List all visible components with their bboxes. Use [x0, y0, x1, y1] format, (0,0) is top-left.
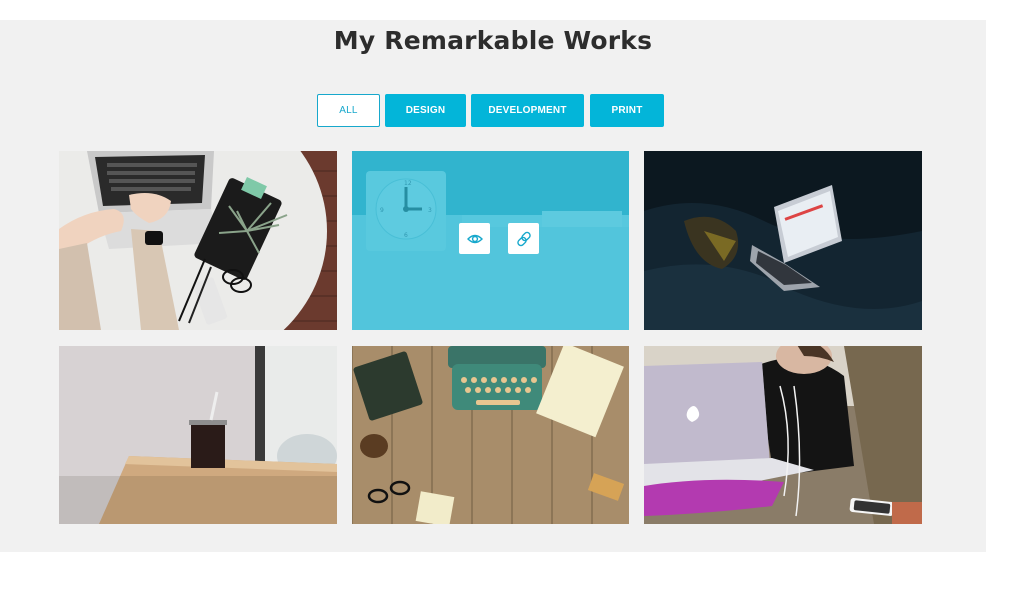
portfolio-item-laptop-bed[interactable]: [644, 151, 922, 330]
filter-design-button[interactable]: DESIGN: [385, 94, 466, 127]
coffee-photo: [59, 346, 337, 524]
link-icon: [516, 231, 531, 246]
laptop-desk-photo: [59, 151, 337, 330]
view-button[interactable]: [459, 223, 490, 254]
filter-all-button[interactable]: ALL: [317, 94, 380, 127]
filter-print-button[interactable]: PRINT: [590, 94, 664, 127]
section-title: My Remarkable Works: [333, 26, 653, 55]
portfolio-item-typewriter[interactable]: [352, 346, 629, 524]
link-button[interactable]: [508, 223, 539, 254]
filter-development-button[interactable]: DEVELOPMENT: [471, 94, 584, 127]
hover-overlay: [352, 151, 629, 330]
eye-icon: [466, 234, 483, 243]
filter-bar: ALL DESIGN DEVELOPMENT PRINT: [0, 94, 986, 127]
portfolio-item-coffee[interactable]: [59, 346, 337, 524]
portfolio-item-macbook[interactable]: [644, 346, 922, 524]
portfolio-item-laptop-desk[interactable]: [59, 151, 337, 330]
macbook-photo: [644, 346, 922, 524]
portfolio-item-clock[interactable]: 123 69: [352, 151, 629, 330]
typewriter-photo: [352, 346, 629, 524]
laptop-bed-photo: [644, 151, 922, 330]
portfolio-section: My Remarkable Works ALL DESIGN DEVELOPME…: [0, 20, 986, 552]
